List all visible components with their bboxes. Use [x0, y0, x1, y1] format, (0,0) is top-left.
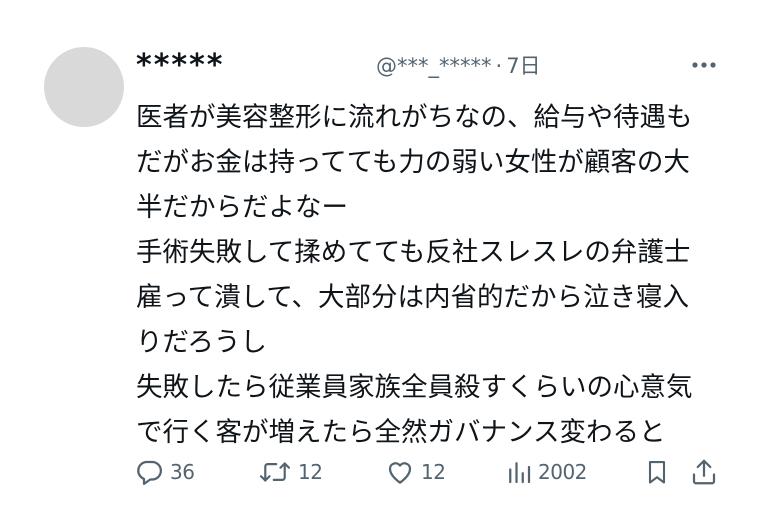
action-bar: 36 12 12 2002	[0, 454, 768, 490]
tweet-text-line: 医者が美容整形に流れがちなの、給与や待遇も	[136, 102, 693, 133]
views-icon	[509, 462, 531, 484]
share-icon	[692, 459, 716, 485]
tweet: ***** @***_***** · 7日 医者が美容整形に流れがちなの、給与や待遇…	[0, 0, 768, 524]
views-button[interactable]: 2002	[506, 454, 587, 490]
tweet-text-line: 雇って潰して、大部分は内省的だから泣き寝入	[136, 282, 690, 313]
like-button[interactable]: 12	[385, 454, 446, 490]
share-button[interactable]	[689, 454, 719, 490]
more-button[interactable]	[686, 50, 722, 80]
handle[interactable]: @***_*****	[376, 54, 492, 78]
tweet-header: ***** @***_***** · 7日	[136, 46, 736, 86]
tweet-meta: @***_***** · 7日	[376, 52, 541, 80]
like-count: 12	[421, 460, 446, 484]
retweet-count: 12	[298, 460, 323, 484]
timestamp[interactable]: 7日	[506, 54, 540, 78]
tweet-text-line: で行く客が増えたら全然ガバナンス変わると	[136, 417, 666, 448]
retweet-icon	[259, 462, 291, 482]
tweet-text-line: だがお金は持ってても力の弱い女性が顧客の大	[136, 147, 690, 178]
display-name[interactable]: *****	[136, 48, 224, 84]
retweet-button[interactable]: 12	[258, 454, 323, 490]
bookmark-icon	[648, 461, 666, 484]
meta-separator: ·	[495, 54, 503, 78]
views-count: 2002	[538, 460, 587, 484]
tweet-text-line: 半だからだよなー	[136, 192, 348, 223]
reply-count: 36	[170, 460, 195, 484]
avatar[interactable]	[44, 47, 124, 127]
more-icon	[692, 62, 716, 68]
reply-button[interactable]: 36	[134, 454, 195, 490]
heart-icon	[388, 462, 412, 484]
bookmark-button[interactable]	[643, 454, 671, 490]
tweet-text-line: りだろうし	[136, 327, 267, 358]
tweet-text-line: 手術失敗して揉めてても反社スレスレの弁護士	[136, 237, 691, 268]
tweet-text: 医者が美容整形に流れがちなの、給与や待遇も だがお金は持ってても力の弱い女性が顧…	[136, 95, 736, 455]
tweet-text-line: 失敗したら従業員家族全員殺すくらいの心意気	[136, 372, 693, 403]
reply-icon	[137, 460, 162, 485]
